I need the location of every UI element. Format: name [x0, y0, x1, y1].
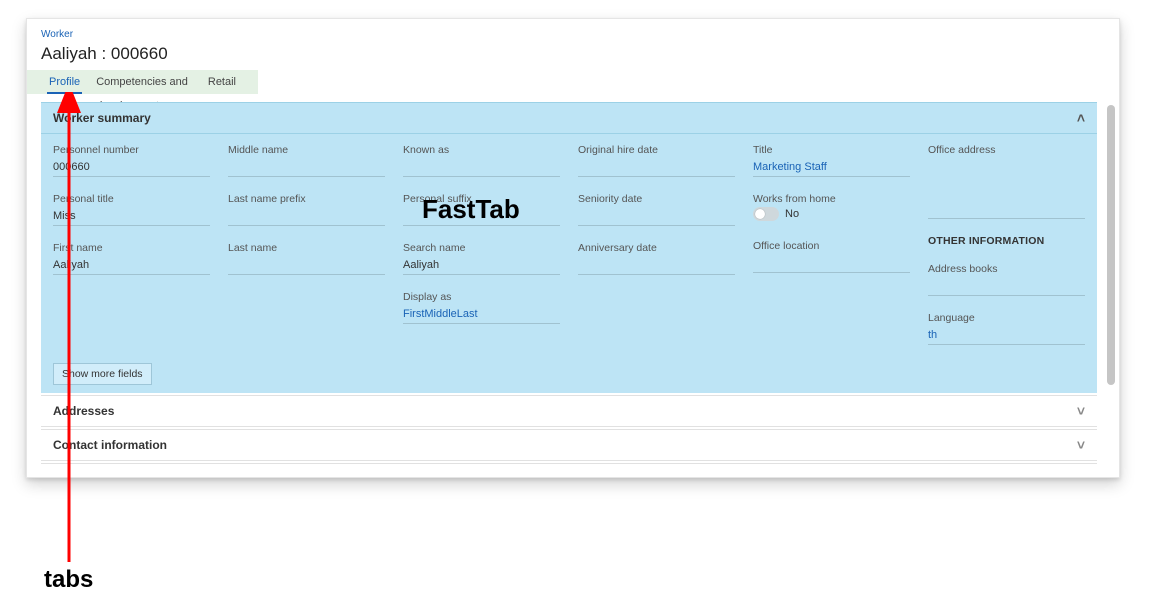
works-from-home-toggle[interactable]: No [753, 207, 799, 221]
address-books-value[interactable] [928, 277, 1085, 296]
personal-title-label: Personal title [53, 193, 210, 205]
tabs-bar: Profile Competencies and development Ret… [27, 70, 258, 94]
search-name-label: Search name [403, 242, 560, 254]
chevron-up-icon: ˄ [1077, 110, 1085, 126]
title-label: Title [753, 144, 910, 156]
last-name-value[interactable] [228, 256, 385, 275]
seniority-date-value[interactable] [578, 207, 735, 226]
chevron-down-icon: ˅ [1077, 403, 1085, 419]
col-names3: Known as Personal suffix Search name Aal… [403, 144, 560, 345]
original-hire-date-value[interactable] [578, 158, 735, 177]
fasttab-addresses[interactable]: Addresses ˅ [41, 395, 1097, 427]
last-name-prefix-label: Last name prefix [228, 193, 385, 205]
personal-title-value[interactable]: Miss [53, 207, 210, 226]
anniversary-date-label: Anniversary date [578, 242, 735, 254]
address-books-label: Address books [928, 263, 1085, 275]
office-address-value[interactable] [928, 158, 1085, 219]
fasttab-worker-summary-title: Worker summary [53, 111, 151, 125]
known-as-label: Known as [403, 144, 560, 156]
known-as-value[interactable] [403, 158, 560, 177]
original-hire-date-label: Original hire date [578, 144, 735, 156]
fasttab-personal-information[interactable]: Personal information ˅ [41, 463, 1097, 473]
other-information-header: OTHER INFORMATION [928, 235, 1085, 247]
language-value[interactable]: th [928, 326, 1085, 345]
office-location-value[interactable] [753, 254, 910, 273]
search-name-value[interactable]: Aaliyah [403, 256, 560, 275]
display-as-value[interactable]: FirstMiddleLast [403, 305, 560, 324]
chevron-down-icon: ˅ [1077, 471, 1085, 473]
page-title: Aaliyah : 000660 [27, 40, 1119, 70]
col-office-other: Office address OTHER INFORMATION Address… [928, 144, 1085, 345]
title-value[interactable]: Marketing Staff [753, 158, 910, 177]
col-title-office: Title Marketing Staff Works from home No… [753, 144, 910, 345]
col-names2: Middle name Last name prefix Last name [228, 144, 385, 345]
col-dates: Original hire date Seniority date Annive… [578, 144, 735, 345]
tab-profile[interactable]: Profile [41, 70, 88, 94]
first-name-value[interactable]: Aaliyah [53, 256, 210, 275]
fasttab-contact-title: Contact information [53, 438, 167, 452]
tab-competencies[interactable]: Competencies and development [88, 70, 200, 94]
office-location-label: Office location [753, 240, 910, 252]
middle-name-label: Middle name [228, 144, 385, 156]
fasttab-worker-summary-header[interactable]: Worker summary ˄ [41, 102, 1097, 134]
middle-name-value[interactable] [228, 158, 385, 177]
works-from-home-label: Works from home [753, 193, 910, 205]
seniority-date-label: Seniority date [578, 193, 735, 205]
toggle-pill-icon [753, 207, 779, 221]
worker-form-card: Worker Aaliyah : 000660 Profile Competen… [26, 18, 1120, 478]
personal-suffix-value[interactable] [403, 207, 560, 226]
anniversary-date-value[interactable] [578, 256, 735, 275]
show-more-fields-button[interactable]: Show more fields [53, 363, 152, 385]
col-personnel: Personnel number 000660 Personal title M… [53, 144, 210, 345]
last-name-prefix-value[interactable] [228, 207, 385, 226]
fasttab-personal-title: Personal information [53, 472, 173, 473]
personal-suffix-label: Personal suffix [403, 193, 560, 205]
tab-retail[interactable]: Retail [200, 70, 244, 94]
last-name-label: Last name [228, 242, 385, 254]
breadcrumb[interactable]: Worker [27, 19, 1119, 40]
personnel-number-value[interactable]: 000660 [53, 158, 210, 177]
fasttab-addresses-title: Addresses [53, 404, 114, 418]
office-address-label: Office address [928, 144, 1085, 156]
language-label: Language [928, 312, 1085, 324]
display-as-label: Display as [403, 291, 560, 303]
scrollbar-thumb[interactable] [1107, 105, 1115, 385]
content-area: Worker summary ˄ Personnel number 000660… [41, 102, 1097, 473]
first-name-label: First name [53, 242, 210, 254]
chevron-down-icon: ˅ [1077, 437, 1085, 453]
personnel-number-label: Personnel number [53, 144, 210, 156]
annotation-tabs-label: tabs [44, 566, 93, 594]
works-from-home-value: No [785, 208, 799, 220]
fasttab-worker-summary-body: Personnel number 000660 Personal title M… [41, 134, 1097, 393]
fasttab-contact-information[interactable]: Contact information ˅ [41, 429, 1097, 461]
